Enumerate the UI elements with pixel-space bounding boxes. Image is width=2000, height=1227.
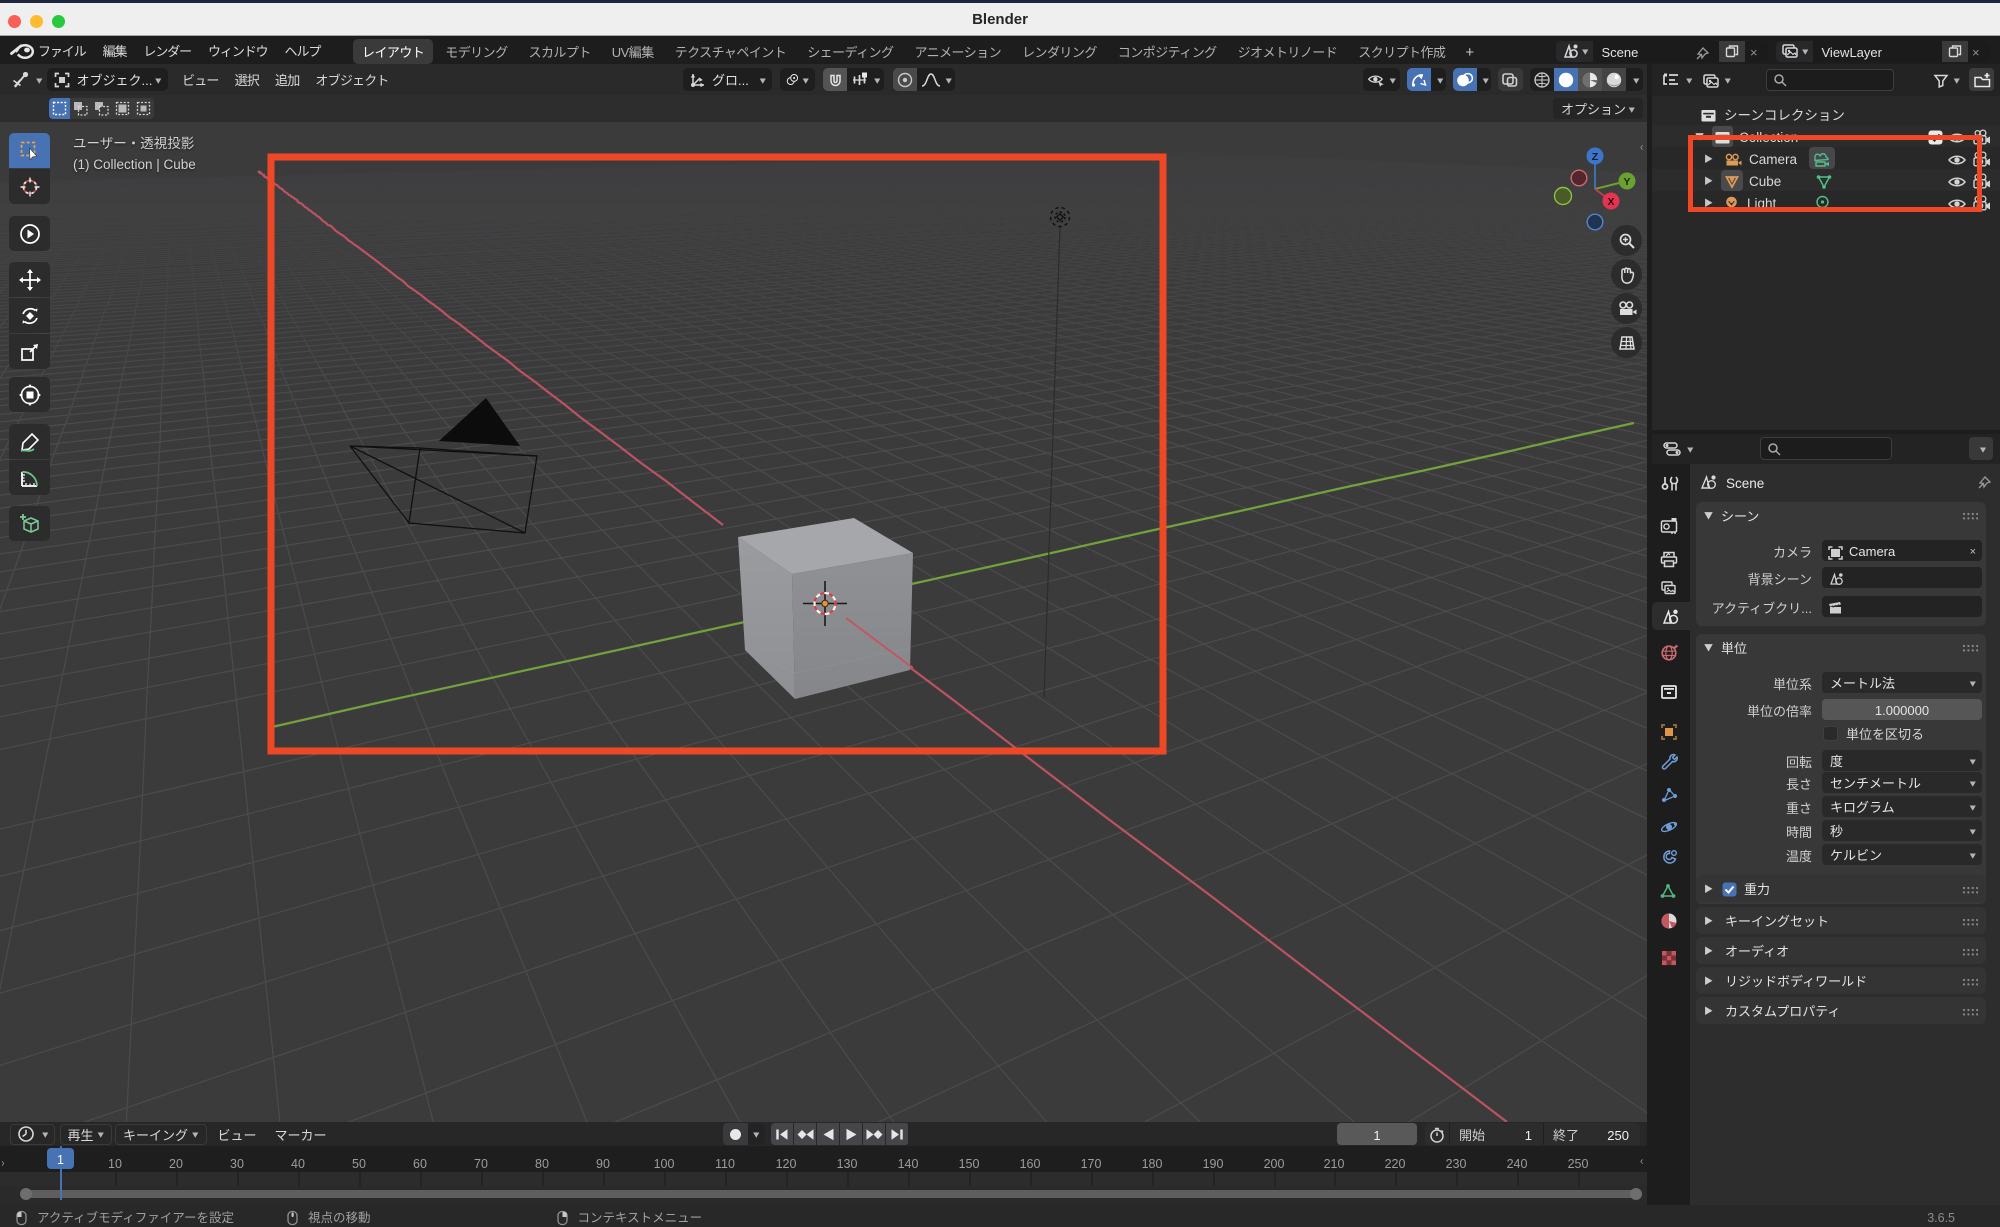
svg-text:X: X — [1607, 194, 1614, 209]
svg-text:Y: Y — [1623, 174, 1630, 189]
svg-text:Z: Z — [1592, 149, 1599, 164]
